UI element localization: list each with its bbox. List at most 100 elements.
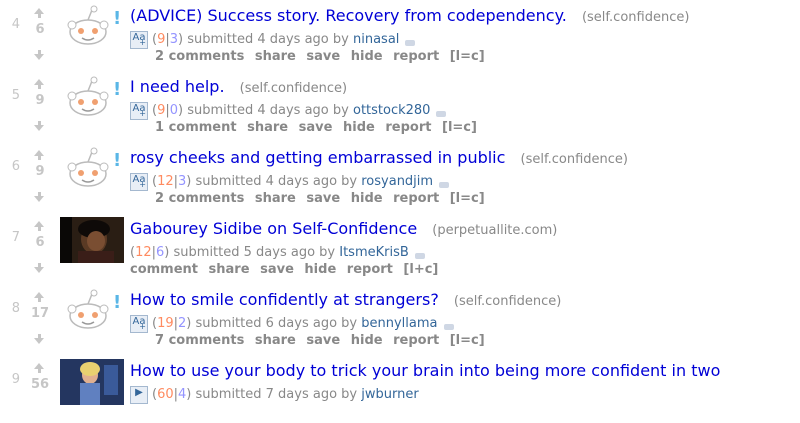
author-link[interactable]: ItsmeKrisB [339, 245, 409, 260]
share-button[interactable]: share [247, 120, 288, 135]
vote-box: 9 [26, 77, 54, 139]
save-button[interactable]: save [306, 333, 340, 348]
lc-button[interactable]: [l+c] [403, 262, 438, 277]
report-button[interactable]: report [393, 49, 439, 64]
author-link[interactable]: ottstock280 [353, 103, 430, 118]
post-domain[interactable]: (self.confidence) [582, 10, 689, 25]
hide-button[interactable]: hide [343, 120, 375, 135]
share-button[interactable]: share [255, 49, 296, 64]
comments-link[interactable]: comment [130, 262, 198, 277]
post-content: How to smile confidently at strangers? (… [130, 290, 800, 353]
post-title-link[interactable]: Gabourey Sidibe on Self-Confidence [130, 219, 417, 238]
post-rank: 6 [11, 159, 20, 174]
post-rank: 7 [11, 230, 20, 245]
share-button[interactable]: share [209, 262, 250, 277]
downvote-arrow-icon[interactable] [34, 192, 44, 202]
lc-button[interactable]: [l=c] [450, 333, 485, 348]
post-buttons: 2 comments share save hide report [l=c] [155, 49, 800, 69]
vote-counts: (12|6) [130, 245, 170, 260]
post-buttons: 2 comments share save hide report [l=c] [155, 191, 800, 211]
downvote-arrow-icon[interactable] [34, 121, 44, 131]
hide-button[interactable]: hide [304, 262, 336, 277]
vote-counts: (19|2) [152, 316, 192, 331]
vote-box: 6 [26, 219, 54, 281]
upvote-arrow-icon[interactable] [34, 221, 44, 231]
share-button[interactable]: share [255, 333, 296, 348]
user-flag-icon [405, 39, 416, 46]
submitted-time: submitted 5 days ago by [173, 245, 336, 260]
vote-box: 9 [26, 148, 54, 210]
upvote-arrow-icon[interactable] [34, 8, 44, 18]
author-link[interactable]: rosyandjim [361, 174, 433, 189]
hide-button[interactable]: hide [351, 49, 383, 64]
post-row: 9 56 How to use your body to trick your … [0, 355, 800, 423]
report-button[interactable]: report [393, 191, 439, 206]
post-title-link[interactable]: How to use your body to trick your brain… [130, 361, 720, 380]
post-content: Gabourey Sidibe on Self-Confidence (perp… [130, 219, 800, 282]
post-domain[interactable]: (self.confidence) [521, 152, 628, 167]
hide-button[interactable]: hide [351, 333, 383, 348]
user-flag-icon [439, 181, 450, 188]
post-domain[interactable]: (self.confidence) [240, 81, 347, 96]
downvote-arrow-icon[interactable] [34, 334, 44, 344]
post-title-link[interactable]: How to smile confidently at strangers? [130, 290, 439, 309]
post-domain[interactable]: (perpetuallite.com) [432, 223, 557, 238]
report-button[interactable]: report [385, 120, 431, 135]
hide-button[interactable]: hide [351, 191, 383, 206]
comments-link[interactable]: 7 comments [155, 333, 244, 348]
post-title-link[interactable]: I need help. [130, 77, 225, 96]
post-tagline: Aa + (9|0) submitted 4 days ago by ottsto… [130, 101, 800, 120]
comments-link[interactable]: 1 comment [155, 120, 237, 135]
post-row: 5 9 ! I need help. (self.confidence) Aa +… [0, 71, 800, 139]
vote-counts: (12|3) [152, 174, 192, 189]
expando-text-icon[interactable]: Aa + [130, 172, 148, 191]
lc-button[interactable]: [l=c] [450, 191, 485, 206]
upvote-arrow-icon[interactable] [34, 150, 44, 160]
post-tagline: ▶ (60|4) submitted 7 days ago by jwburne… [130, 385, 800, 404]
post-buttons: 1 comment share save hide report [l=c] [155, 120, 800, 140]
expando-text-icon[interactable]: Aa + [130, 101, 148, 120]
submitted-time: submitted 4 days ago by [187, 103, 349, 118]
lc-button[interactable]: [l=c] [442, 120, 477, 135]
post-buttons: 7 comments share save hide report [l=c] [155, 333, 800, 353]
vote-counts: (9|3) [152, 32, 184, 47]
author-link[interactable]: bennyllama [361, 316, 437, 331]
downvote-arrow-icon[interactable] [34, 50, 44, 60]
post-tagline: Aa + (19|2) submitted 6 days ago by benny… [130, 314, 800, 333]
lc-button[interactable]: [l=c] [450, 49, 485, 64]
upvote-arrow-icon[interactable] [34, 363, 44, 373]
save-button[interactable]: save [260, 262, 294, 277]
post-rank: 9 [11, 372, 20, 387]
post-thumbnail-image[interactable] [60, 217, 124, 263]
post-content: rosy cheeks and getting embarrassed in p… [130, 148, 800, 211]
comments-link[interactable]: 2 comments [155, 191, 244, 206]
comments-link[interactable]: 2 comments [155, 49, 244, 64]
user-flag-icon [414, 252, 425, 259]
post-title-link[interactable]: rosy cheeks and getting embarrassed in p… [130, 148, 505, 167]
vote-box: 17 [26, 290, 54, 352]
post-thumbnail-image[interactable] [60, 359, 124, 405]
upvote-arrow-icon[interactable] [34, 79, 44, 89]
expando-text-icon[interactable]: Aa + [130, 30, 148, 49]
play-video-icon[interactable]: ▶ [130, 385, 148, 404]
post-row: 6 9 ! rosy cheeks and getting embarrasse… [0, 142, 800, 210]
post-rank: 4 [11, 17, 20, 32]
share-button[interactable]: share [255, 191, 296, 206]
self-post-indicator-icon: ! [113, 79, 122, 100]
report-button[interactable]: report [393, 333, 439, 348]
report-button[interactable]: report [347, 262, 393, 277]
post-tagline: Aa + (12|3) submitted 4 days ago by rosya… [130, 172, 800, 191]
post-score: 6 [35, 22, 45, 37]
downvote-arrow-icon[interactable] [34, 263, 44, 273]
expando-text-icon[interactable]: Aa + [130, 314, 148, 333]
user-flag-icon [443, 323, 454, 330]
post-domain[interactable]: (self.confidence) [454, 294, 561, 309]
save-button[interactable]: save [306, 191, 340, 206]
save-button[interactable]: save [299, 120, 333, 135]
post-row: 4 6 ! (ADVICE) Success story. Recovery f… [0, 0, 800, 68]
upvote-arrow-icon[interactable] [34, 292, 44, 302]
post-score: 9 [35, 164, 45, 179]
save-button[interactable]: save [306, 49, 340, 64]
author-link[interactable]: ninasal [353, 32, 399, 47]
post-title-link[interactable]: (ADVICE) Success story. Recovery from co… [130, 6, 567, 25]
